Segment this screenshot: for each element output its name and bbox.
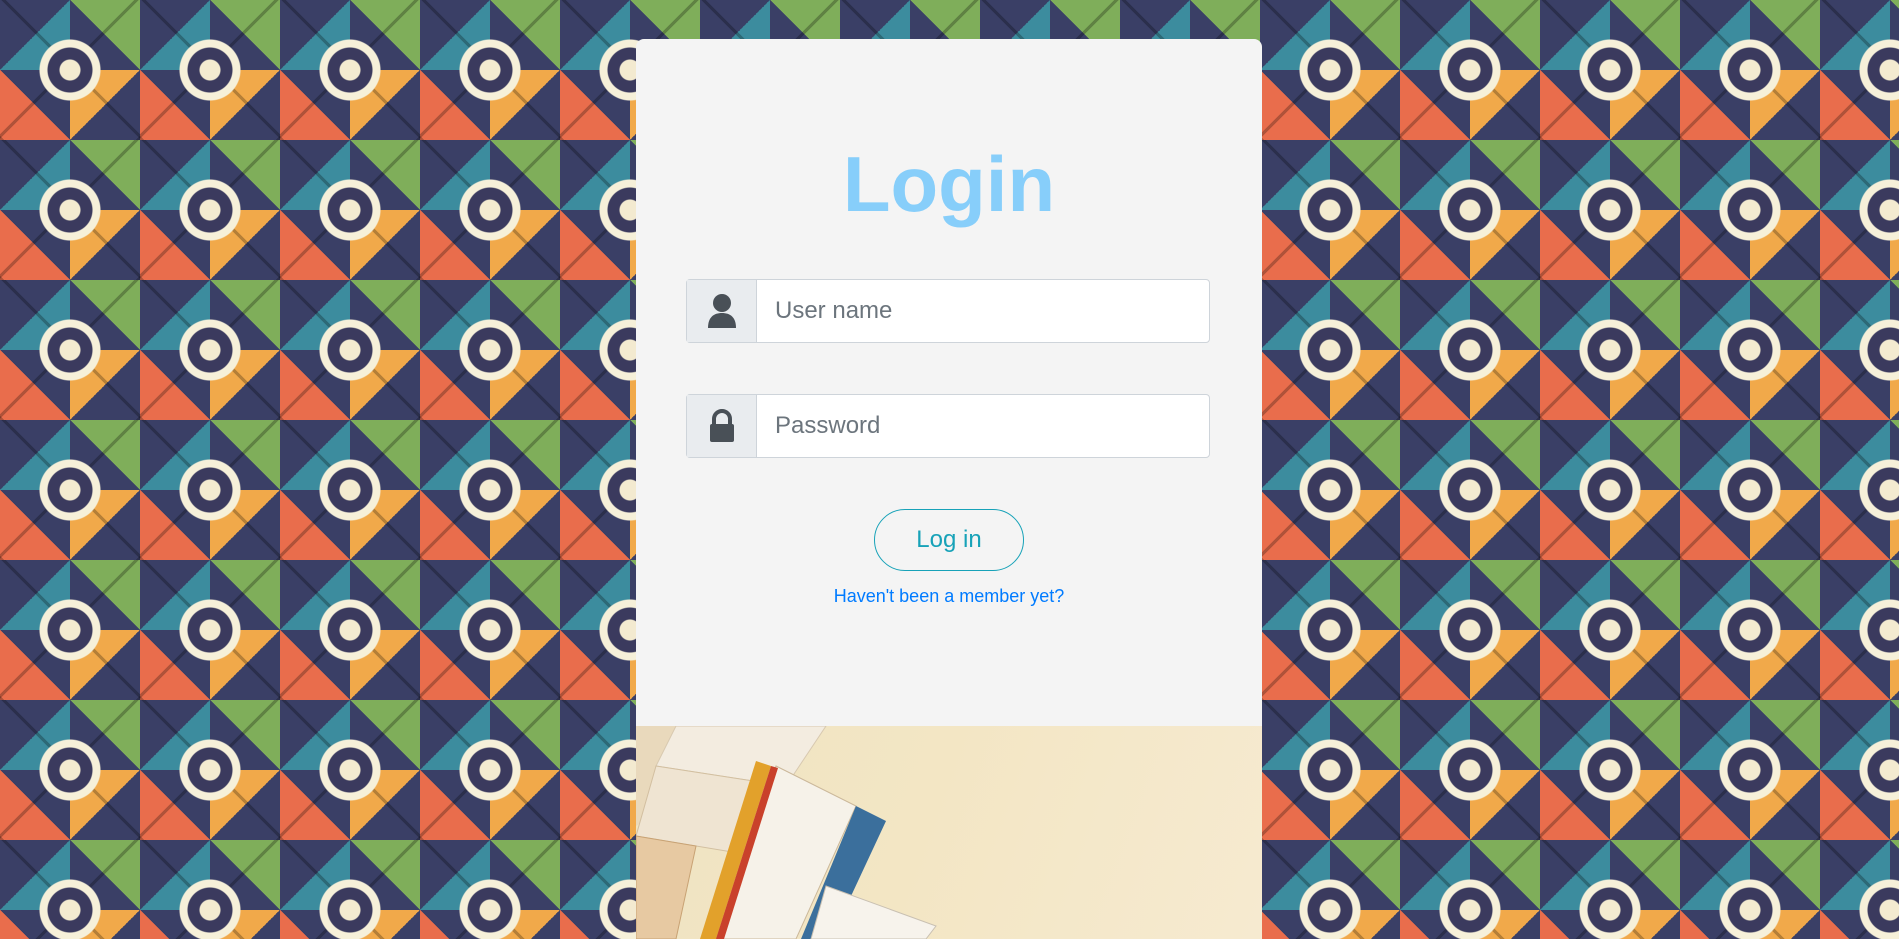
- user-icon: [707, 294, 736, 328]
- password-input[interactable]: [757, 395, 1209, 457]
- signup-link[interactable]: Haven't been a member yet?: [834, 586, 1065, 606]
- signup-link-container: Haven't been a member yet?: [636, 586, 1262, 607]
- books-photo: [636, 726, 1262, 939]
- username-input-group: [686, 279, 1210, 343]
- login-button[interactable]: Log in: [874, 509, 1024, 571]
- login-card: Login Log in Haven't been a member yet?: [636, 39, 1262, 939]
- username-addon: [687, 280, 757, 342]
- username-input[interactable]: [757, 280, 1209, 342]
- lock-icon: [709, 409, 734, 442]
- page-title: Login: [842, 140, 1056, 228]
- password-addon: [687, 395, 757, 457]
- password-input-group: [686, 394, 1210, 458]
- books-illustration: [636, 726, 937, 939]
